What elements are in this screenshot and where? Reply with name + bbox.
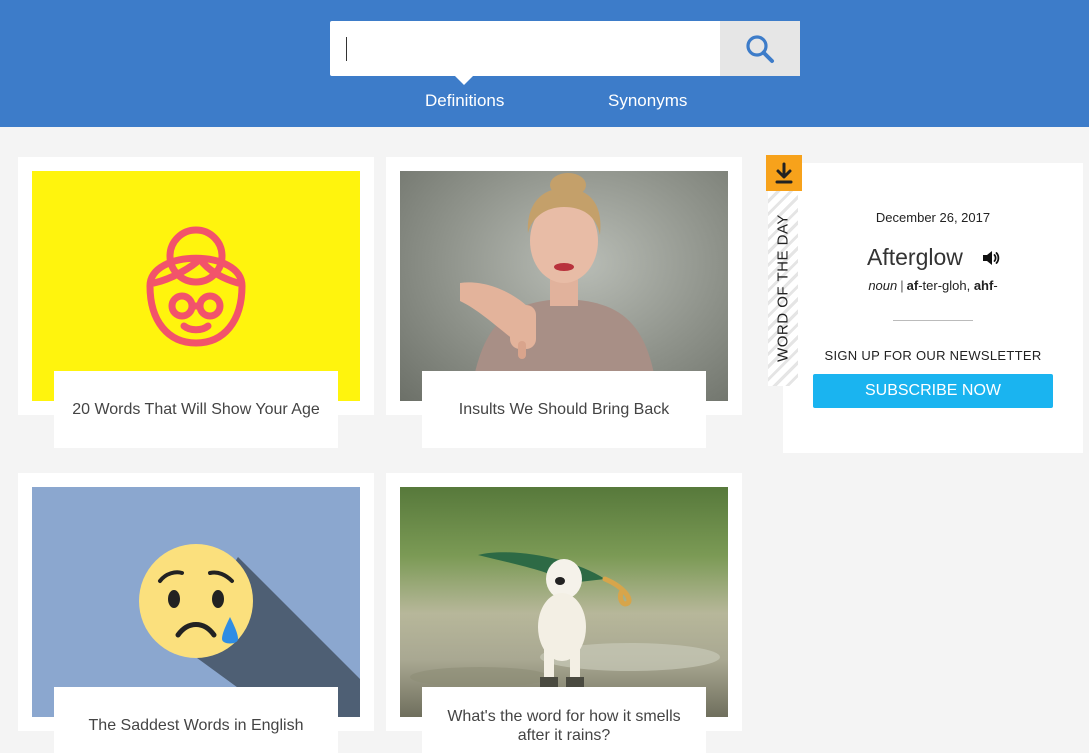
part-of-speech: noun <box>868 278 898 293</box>
pron-separator: | <box>900 278 904 293</box>
subscribe-button[interactable]: SUBSCRIBE NOW <box>813 374 1053 408</box>
card-image-crying-emoji <box>32 487 360 717</box>
pron-stressed-1: af <box>906 278 919 293</box>
card-caption[interactable]: 20 Words That Will Show Your Age <box>54 371 338 448</box>
wotd-date: December 26, 2017 <box>875 210 991 225</box>
article-card[interactable]: 20 Words That Will Show Your Age <box>18 157 374 448</box>
wotd-word[interactable]: Afterglow <box>867 244 963 271</box>
wotd-pronunciation: noun | af-ter-gloh, ahf- <box>783 278 1083 293</box>
download-icon <box>775 162 793 184</box>
article-card[interactable]: The Saddest Words in English <box>18 473 374 753</box>
search-icon <box>746 34 774 63</box>
tab-synonyms[interactable]: Synonyms <box>608 91 687 111</box>
card-caption[interactable]: Insults We Should Bring Back <box>422 371 706 448</box>
article-card[interactable]: What's the word for how it smells after … <box>386 473 742 753</box>
tab-definitions[interactable]: Definitions <box>425 91 504 111</box>
card-image-old-woman-icon <box>32 171 360 401</box>
speaker-icon[interactable] <box>981 248 1001 268</box>
pron-end: - <box>993 278 998 293</box>
active-tab-pointer <box>455 76 473 85</box>
card-image-thumbs-down-photo <box>400 171 728 401</box>
newsletter-label: SIGN UP FOR OUR NEWSLETTER <box>824 348 1042 363</box>
card-caption[interactable]: What's the word for how it smells after … <box>422 687 706 753</box>
search-button[interactable] <box>720 21 800 76</box>
search-input[interactable] <box>330 21 720 76</box>
article-card[interactable]: Insults We Should Bring Back <box>386 157 742 448</box>
site-header: Definitions Synonyms <box>0 0 1089 127</box>
pron-mid: -ter-gloh, <box>918 278 974 293</box>
download-button[interactable] <box>766 155 802 191</box>
card-caption[interactable]: The Saddest Words in English <box>54 687 338 753</box>
pron-stressed-2: ahf <box>973 278 994 293</box>
text-caret <box>346 37 347 61</box>
word-of-the-day-panel <box>783 163 1083 453</box>
divider <box>893 320 973 321</box>
card-image-dog-umbrella-photo <box>400 487 728 717</box>
